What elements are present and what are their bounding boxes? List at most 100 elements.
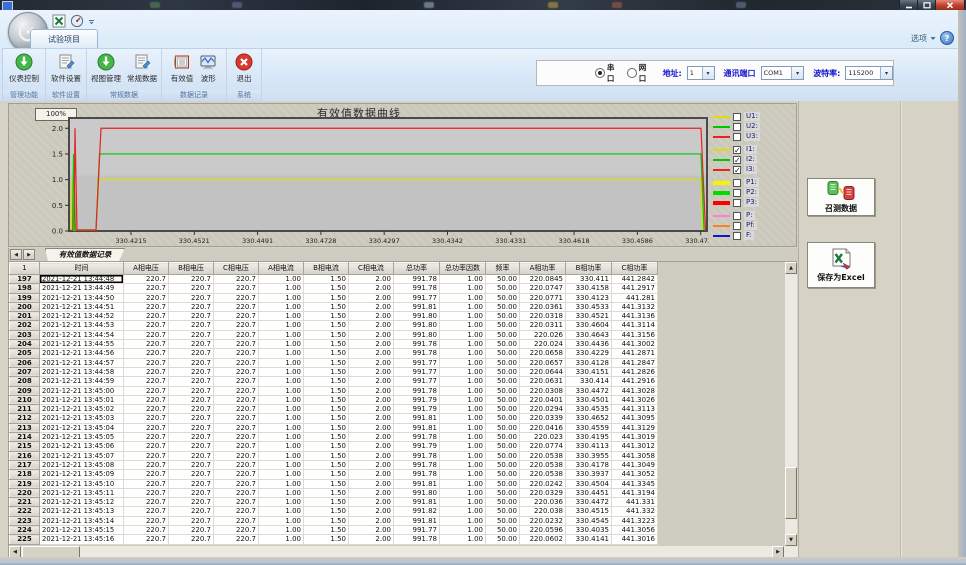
table-cell[interactable]: 441.3156: [612, 330, 658, 339]
table-cell[interactable]: 991.80: [394, 312, 440, 321]
baud-rate-select[interactable]: 115200 ▾: [845, 66, 893, 80]
table-cell[interactable]: 2021-12-21 13:45:04: [40, 423, 124, 432]
table-cell[interactable]: 991.77: [394, 358, 440, 367]
table-cell[interactable]: 330.4229: [566, 349, 612, 358]
table-cell[interactable]: 2.00: [349, 470, 394, 479]
table-cell[interactable]: 441.2917: [612, 284, 658, 293]
table-cell[interactable]: 991.78: [394, 275, 440, 284]
table-cell[interactable]: 441.3049: [612, 460, 658, 469]
table-cell[interactable]: 2021-12-21 13:45:02: [40, 405, 124, 414]
table-cell[interactable]: 330.4559: [566, 423, 612, 432]
table-cell[interactable]: 220.7: [124, 386, 169, 395]
table-cell[interactable]: 220.7: [124, 405, 169, 414]
table-cell[interactable]: 1.00: [440, 367, 486, 376]
table-cell[interactable]: 220.7: [214, 284, 259, 293]
table-cell[interactable]: 1.00: [259, 367, 304, 376]
table-cell[interactable]: 441.3026: [612, 395, 658, 404]
instrument-control-button[interactable]: 仪表控制: [7, 50, 41, 86]
legend-checkbox[interactable]: [733, 212, 741, 220]
table-cell[interactable]: 1.50: [304, 275, 349, 284]
table-cell[interactable]: 991.78: [394, 349, 440, 358]
table-cell[interactable]: 1.50: [304, 526, 349, 535]
table-cell[interactable]: 1.00: [440, 516, 486, 525]
table-cell[interactable]: 2021-12-21 13:44:49: [40, 284, 124, 293]
row-number-cell[interactable]: 219: [10, 479, 40, 488]
row-number-cell[interactable]: 211: [10, 405, 40, 414]
table-cell[interactable]: 2.00: [349, 535, 394, 544]
table-cell[interactable]: 2.00: [349, 275, 394, 284]
table-cell[interactable]: 441.3002: [612, 340, 658, 349]
legend-item-p1[interactable]: P1:: [713, 178, 759, 187]
table-cell[interactable]: 220.0771: [520, 293, 566, 302]
sheet-nav-left[interactable]: ◀: [10, 249, 22, 260]
table-cell[interactable]: 1.00: [440, 451, 486, 460]
sheet-nav-right[interactable]: ▶: [23, 249, 35, 260]
table-cell[interactable]: 2.00: [349, 498, 394, 507]
table-cell[interactable]: 220.7: [169, 405, 214, 414]
table-cell[interactable]: 2.00: [349, 460, 394, 469]
table-cell[interactable]: 220.7: [214, 516, 259, 525]
table-cell[interactable]: 50.00: [486, 358, 520, 367]
table-cell[interactable]: 1.50: [304, 302, 349, 311]
table-cell[interactable]: 991.81: [394, 516, 440, 525]
network-port-radio[interactable]: 网口: [627, 62, 654, 84]
table-cell[interactable]: 50.00: [486, 479, 520, 488]
table-cell[interactable]: 441.2842: [612, 275, 658, 284]
table-cell[interactable]: 1.50: [304, 442, 349, 451]
table-cell[interactable]: 441.331: [612, 498, 658, 507]
table-cell[interactable]: 220.7: [214, 488, 259, 497]
table-cell[interactable]: 2.00: [349, 312, 394, 321]
legend-item-u3[interactable]: U3:: [713, 132, 760, 141]
excel-icon[interactable]: [52, 14, 66, 28]
table-cell[interactable]: 220.0318: [520, 312, 566, 321]
table-cell[interactable]: 220.7: [124, 275, 169, 284]
table-cell[interactable]: 220.7: [214, 386, 259, 395]
table-cell[interactable]: 1.00: [440, 302, 486, 311]
table-cell[interactable]: 220.7: [169, 367, 214, 376]
table-cell[interactable]: 1.00: [259, 275, 304, 284]
table-cell[interactable]: 1.00: [259, 414, 304, 423]
table-cell[interactable]: 220.0311: [520, 321, 566, 330]
table-cell[interactable]: 1.50: [304, 460, 349, 469]
table-cell[interactable]: 1.00: [440, 349, 486, 358]
table-cell[interactable]: 2.00: [349, 516, 394, 525]
save-as-excel-button[interactable]: 保存为Excel: [807, 242, 875, 288]
table-cell[interactable]: 330.4035: [566, 526, 612, 535]
table-cell[interactable]: 1.00: [440, 386, 486, 395]
table-cell[interactable]: 1.00: [259, 470, 304, 479]
legend-item-p[interactable]: P:: [713, 211, 755, 220]
table-cell[interactable]: 2021-12-21 13:44:58: [40, 367, 124, 376]
scroll-up-icon[interactable]: ▲: [785, 262, 797, 274]
legend-checkbox[interactable]: [733, 222, 741, 230]
table-cell[interactable]: 2021-12-21 13:44:57: [40, 358, 124, 367]
table-cell[interactable]: 2.00: [349, 451, 394, 460]
table-cell[interactable]: 2.00: [349, 395, 394, 404]
table-cell[interactable]: 441.3129: [612, 423, 658, 432]
table-cell[interactable]: 220.7: [169, 330, 214, 339]
table-cell[interactable]: 1.00: [259, 405, 304, 414]
table-cell[interactable]: 441.3095: [612, 414, 658, 423]
table-cell[interactable]: 220.0631: [520, 377, 566, 386]
vertical-scroll-thumb[interactable]: [785, 467, 797, 519]
table-cell[interactable]: 50.00: [486, 284, 520, 293]
table-cell[interactable]: 50.00: [486, 293, 520, 302]
table-cell[interactable]: 220.7: [169, 395, 214, 404]
table-cell[interactable]: 991.81: [394, 498, 440, 507]
table-cell[interactable]: 50.00: [486, 433, 520, 442]
table-cell[interactable]: 50.00: [486, 460, 520, 469]
table-cell[interactable]: 220.0329: [520, 488, 566, 497]
table-cell[interactable]: 330.4151: [566, 367, 612, 376]
table-cell[interactable]: 220.7: [169, 535, 214, 544]
table-cell[interactable]: 330.4504: [566, 479, 612, 488]
table-cell[interactable]: 991.78: [394, 386, 440, 395]
chevron-down-icon[interactable]: [88, 18, 95, 25]
help-icon[interactable]: ?: [940, 31, 954, 45]
row-number-cell[interactable]: 197: [10, 275, 40, 284]
table-cell[interactable]: 441.3016: [612, 535, 658, 544]
table-cell[interactable]: 50.00: [486, 377, 520, 386]
table-cell[interactable]: 1.00: [259, 330, 304, 339]
table-cell[interactable]: 220.0644: [520, 367, 566, 376]
table-cell[interactable]: 2021-12-21 13:44:51: [40, 302, 124, 311]
table-cell[interactable]: 220.7: [169, 470, 214, 479]
table-cell[interactable]: 1.00: [440, 423, 486, 432]
